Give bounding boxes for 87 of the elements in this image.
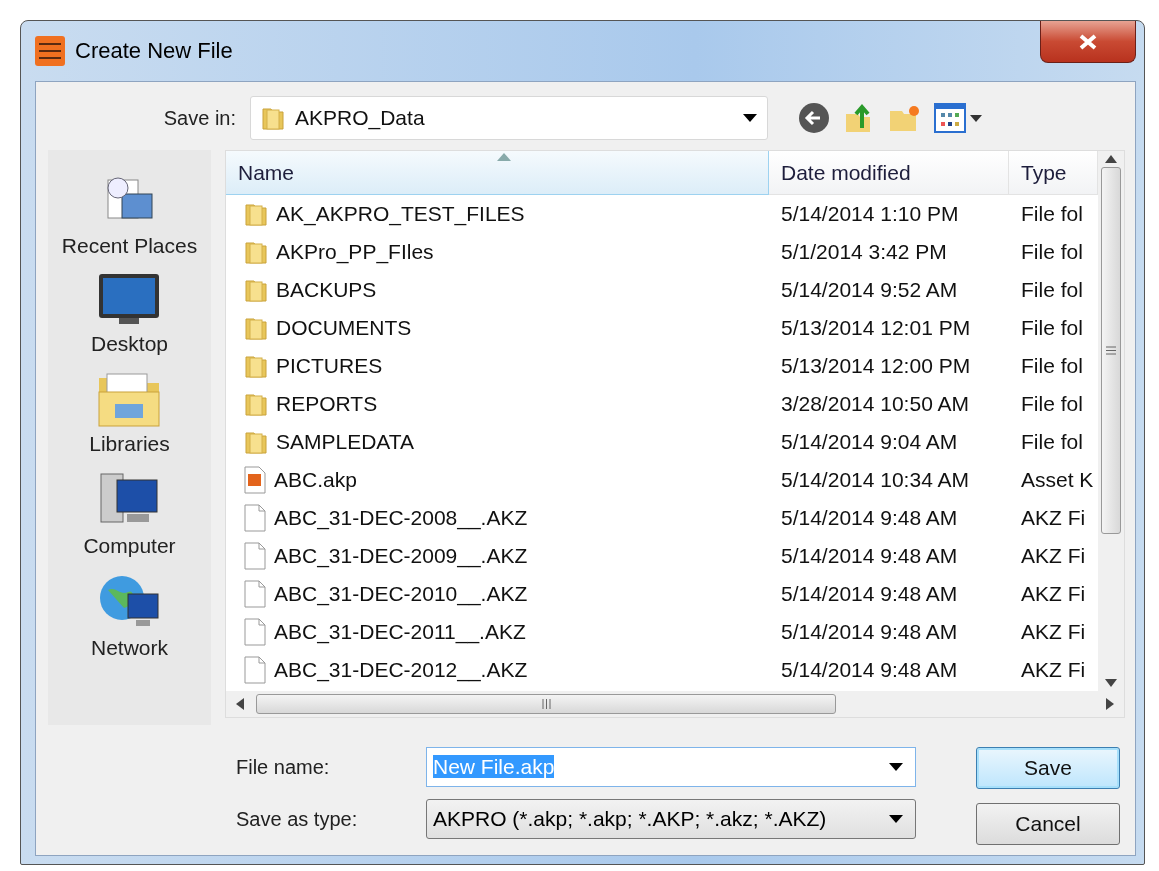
file-name-cell[interactable]: AK_AKPRO_TEST_FILES bbox=[276, 202, 525, 226]
close-icon bbox=[1077, 32, 1099, 51]
file-name-cell[interactable]: ABC_31-DEC-2010__.AKZ bbox=[274, 582, 528, 606]
column-header[interactable]: Type bbox=[1009, 151, 1098, 195]
folder-icon bbox=[244, 239, 268, 265]
file-name-cell[interactable]: ABC_31-DEC-2008__.AKZ bbox=[274, 506, 528, 530]
save-button[interactable]: Save bbox=[976, 747, 1120, 789]
folder-icon bbox=[244, 277, 268, 303]
type-cell-text: Asset K bbox=[1020, 468, 1095, 492]
app-logo-icon bbox=[35, 36, 65, 66]
date-cell-text: 5/14/2014 9:48 AM bbox=[780, 544, 959, 568]
type-cell-text: File fol bbox=[1020, 278, 1084, 302]
blank-file-icon bbox=[244, 618, 266, 646]
dropdown-caret-icon[interactable] bbox=[889, 763, 903, 771]
type-cell-text: File fol bbox=[1020, 354, 1084, 378]
folder-icon bbox=[244, 201, 268, 227]
date-cell-text: 5/14/2014 9:48 AM bbox=[780, 620, 959, 644]
grip-icon bbox=[1106, 346, 1116, 355]
type-cell-text: File fol bbox=[1020, 202, 1084, 226]
file-name-cell[interactable]: AKPro_PP_FIles bbox=[276, 240, 434, 264]
date-cell-text: 5/14/2014 9:48 AM bbox=[780, 582, 959, 606]
scroll-left-icon[interactable] bbox=[236, 698, 244, 710]
place-item[interactable]: Desktop bbox=[90, 332, 168, 356]
type-cell-text: AKZ Fi bbox=[1020, 506, 1087, 530]
place-item[interactable]: Computer bbox=[83, 534, 176, 558]
file-name-cell[interactable]: ABC_31-DEC-2009__.AKZ bbox=[274, 544, 528, 568]
date-cell-text: 5/14/2014 9:48 AM bbox=[780, 658, 959, 682]
folder-icon bbox=[244, 315, 268, 341]
folder-icon bbox=[261, 105, 285, 131]
save-in-label: Save in: bbox=[162, 106, 236, 130]
file-name-cell[interactable]: REPORTS bbox=[276, 392, 378, 416]
scroll-down-icon[interactable] bbox=[1105, 679, 1117, 687]
window-title: Create New File bbox=[75, 38, 233, 64]
file-name-cell[interactable]: DOCUMENTS bbox=[276, 316, 412, 340]
file-name-cell[interactable]: ABC_31-DEC-2011__.AKZ bbox=[274, 620, 526, 644]
blank-file-icon bbox=[244, 656, 266, 684]
grip-icon bbox=[541, 699, 551, 709]
file-name-cell[interactable]: SAMPLEDATA bbox=[276, 430, 415, 454]
date-cell-text: 5/14/2014 9:52 AM bbox=[780, 278, 959, 302]
file-name-cell[interactable]: BACKUPS bbox=[276, 278, 377, 302]
file-name-cell[interactable]: ABC.akp bbox=[274, 468, 357, 492]
place-item[interactable]: Recent Places bbox=[61, 234, 198, 258]
file-name-cell[interactable]: PICTURES bbox=[276, 354, 383, 378]
close-button[interactable] bbox=[1040, 21, 1136, 63]
vertical-scrollbar[interactable] bbox=[1098, 151, 1124, 691]
sort-arrow-icon bbox=[497, 153, 511, 161]
date-cell-text: 5/14/2014 10:34 AM bbox=[780, 468, 970, 492]
horizontal-scrollbar[interactable] bbox=[226, 691, 1124, 717]
save-as-type-dropdown[interactable]: AKPRO (*.akp; *.akp; *.AKP; *.akz; *.AKZ) bbox=[426, 799, 916, 839]
type-cell-text: AKZ Fi bbox=[1020, 544, 1087, 568]
date-cell-text: 3/28/2014 10:50 AM bbox=[780, 392, 970, 416]
blank-file-icon bbox=[244, 580, 266, 608]
library-folder-icon bbox=[97, 370, 162, 428]
cancel-button[interactable]: Cancel bbox=[976, 803, 1120, 845]
type-cell-text: File fol bbox=[1020, 392, 1084, 416]
save-as-type-label: Save as type: bbox=[236, 807, 359, 831]
scroll-right-icon[interactable] bbox=[1106, 698, 1114, 710]
back-icon[interactable] bbox=[798, 102, 830, 134]
folder-icon bbox=[244, 429, 268, 455]
blank-file-icon bbox=[244, 504, 266, 532]
place-item[interactable]: Libraries bbox=[89, 432, 170, 456]
save-in-dropdown[interactable]: AKPRO_Data bbox=[250, 96, 768, 140]
type-cell-text: File fol bbox=[1020, 316, 1084, 340]
type-cell-text: AKZ Fi bbox=[1020, 582, 1087, 606]
date-cell-text: 5/14/2014 9:48 AM bbox=[780, 506, 959, 530]
date-cell-text: 5/1/2014 3:42 PM bbox=[780, 240, 948, 264]
file-name-label: File name: bbox=[236, 755, 331, 779]
file-name-cell[interactable]: ABC_31-DEC-2012__.AKZ bbox=[274, 658, 528, 682]
blank-file-icon bbox=[244, 542, 266, 570]
app-file-icon bbox=[244, 466, 266, 494]
column-header[interactable]: Name bbox=[226, 151, 769, 195]
place-item[interactable]: Network bbox=[91, 636, 168, 660]
date-cell-text: 5/13/2014 12:01 PM bbox=[780, 316, 972, 340]
scroll-up-icon[interactable] bbox=[1105, 155, 1117, 163]
type-cell-text: File fol bbox=[1020, 240, 1084, 264]
folder-icon bbox=[244, 391, 268, 417]
type-cell-text: AKZ Fi bbox=[1020, 658, 1087, 682]
date-cell-text: 5/13/2014 12:00 PM bbox=[780, 354, 972, 378]
view-menu-icon[interactable] bbox=[934, 102, 984, 134]
folder-icon bbox=[244, 353, 268, 379]
column-header[interactable]: Date modified bbox=[769, 151, 1009, 195]
dropdown-caret-icon[interactable] bbox=[743, 114, 757, 122]
dropdown-caret-icon[interactable] bbox=[889, 815, 903, 823]
date-cell-text: 5/14/2014 9:04 AM bbox=[780, 430, 959, 454]
type-cell-text: File fol bbox=[1020, 430, 1084, 454]
date-cell-text: 5/14/2014 1:10 PM bbox=[780, 202, 960, 226]
type-cell-text: AKZ Fi bbox=[1020, 620, 1087, 644]
